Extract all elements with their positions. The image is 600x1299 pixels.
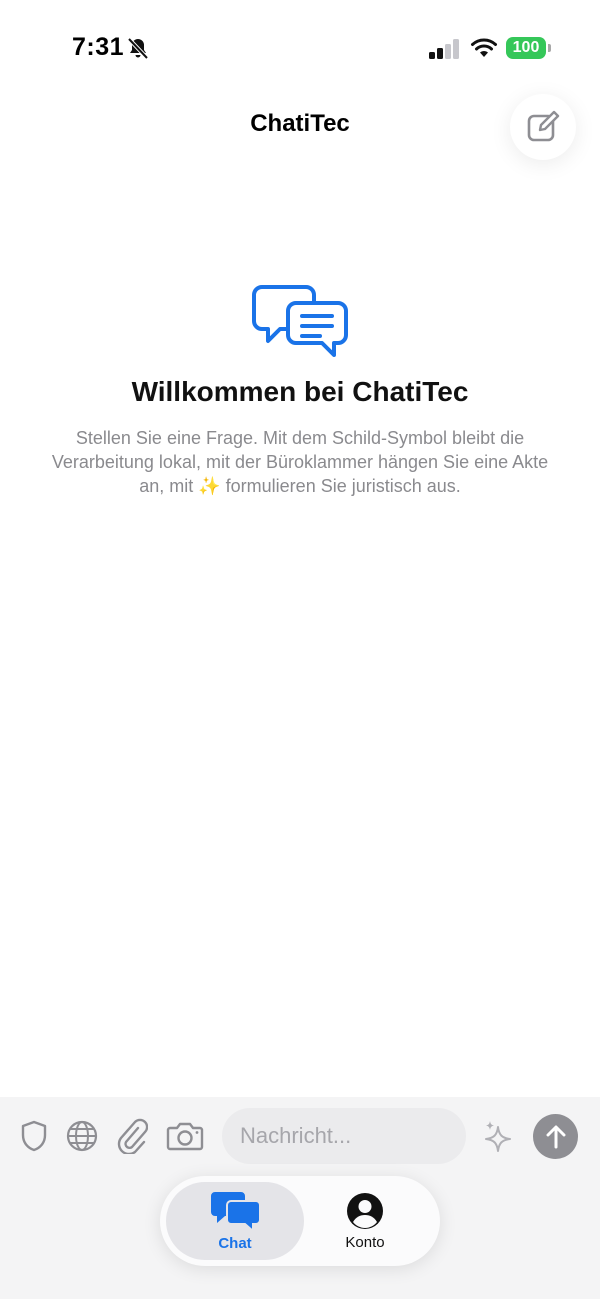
camera-icon [166,1122,204,1151]
compose-icon [527,110,560,142]
cellular-signal-icon [429,39,459,59]
battery-nub [548,44,551,52]
send-button[interactable] [533,1114,578,1159]
attach-file-button[interactable] [114,1116,150,1156]
tab-konto[interactable]: Konto [296,1182,434,1260]
person-circle-icon [347,1192,383,1229]
tab-bar: Chat Konto [160,1176,440,1266]
chat-bubbles-icon [252,285,348,357]
tab-konto-label: Konto [345,1233,385,1251]
tab-chat[interactable]: Chat [166,1182,304,1260]
welcome-title: Willkommen bei ChatiTec [131,376,469,407]
bell-slash-icon [127,37,149,60]
status-bar: 7:31 100 [0,0,600,96]
sparkles-icon [485,1121,511,1152]
globe-icon [66,1120,98,1152]
message-input[interactable] [222,1108,466,1164]
tab-chat-label: Chat [218,1234,252,1252]
paperclip-icon [117,1118,148,1154]
compose-button[interactable] [510,94,576,160]
welcome-text: Stellen Sie eine Frage. Mit dem Schild-S… [51,428,549,496]
battery-level: 100 [512,39,540,56]
camera-button[interactable] [165,1118,205,1154]
shield-icon [21,1120,47,1152]
wifi-icon [471,38,497,57]
legal-rewrite-button[interactable] [480,1118,516,1154]
chat-bubbles-icon [211,1191,260,1231]
shield-button[interactable] [18,1118,50,1154]
battery-indicator: 100 [506,37,546,59]
status-time: 7:31 [72,33,125,61]
arrow-up-icon [546,1125,565,1148]
web-search-button[interactable] [64,1118,100,1154]
